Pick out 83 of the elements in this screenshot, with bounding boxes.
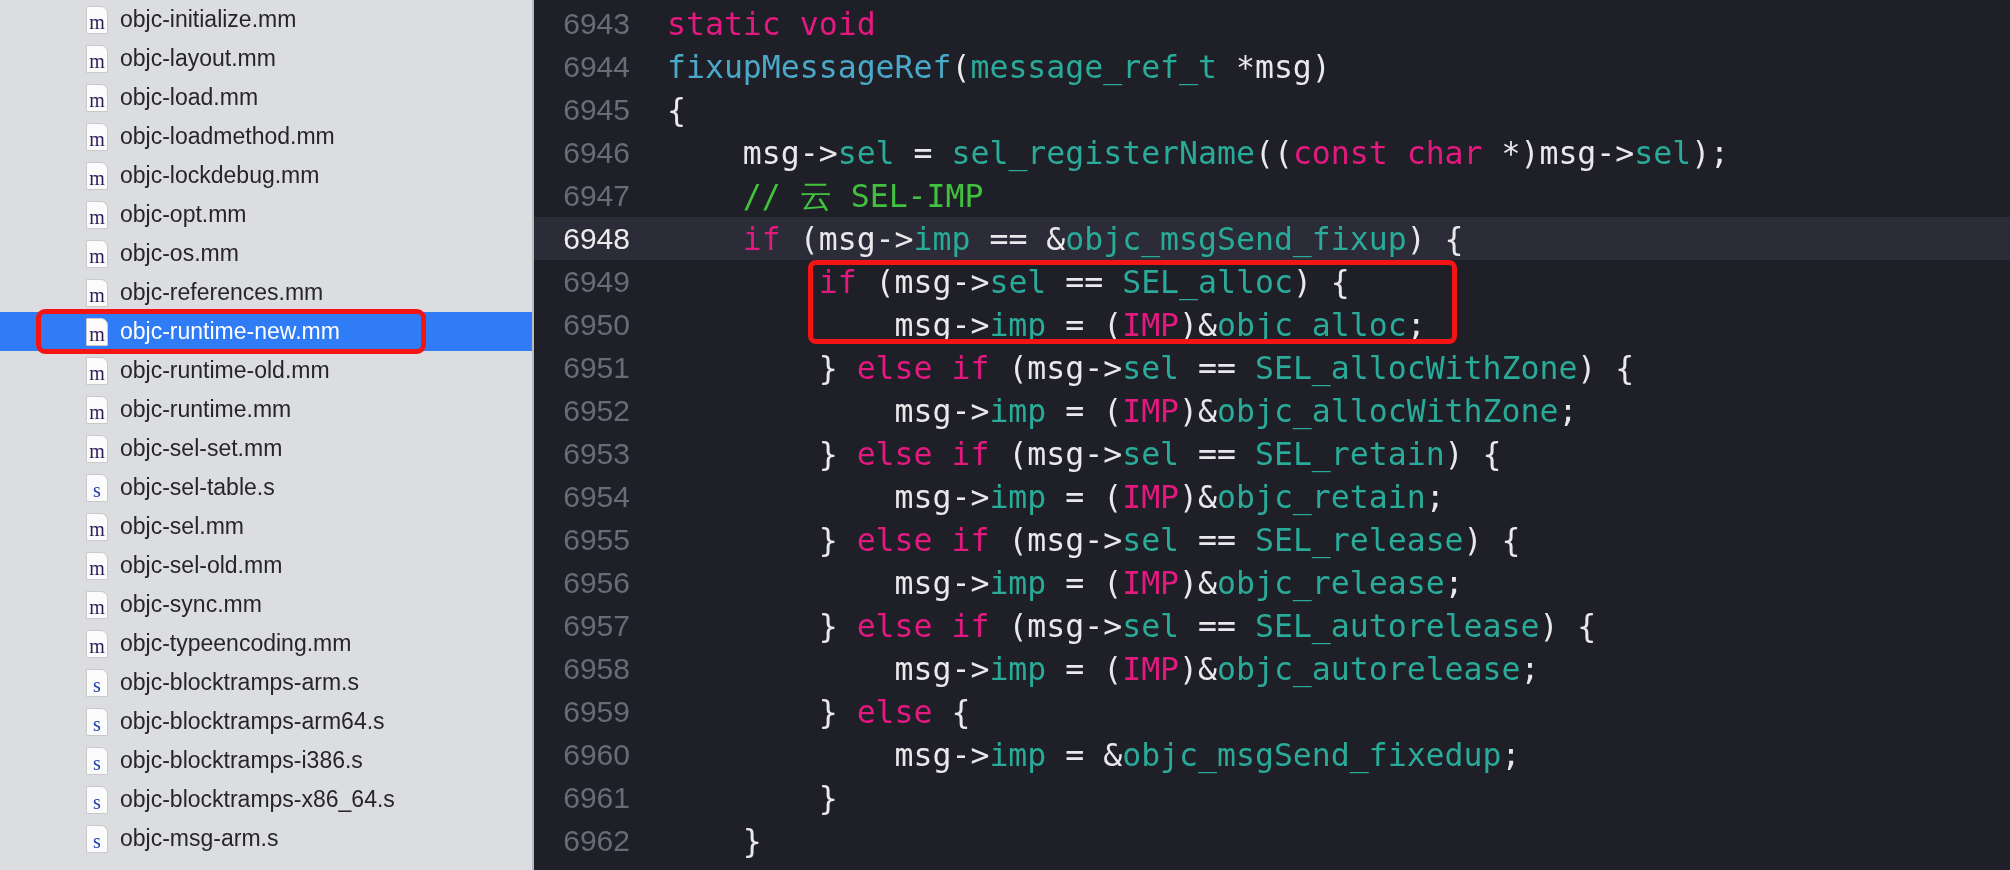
file-item[interactable]: m objc-sel-old.mm [0,546,532,585]
code-line: { [667,90,686,130]
file-item[interactable]: m objc-opt.mm [0,195,532,234]
file-icon: m [86,551,108,580]
line-number: 6946 [562,135,631,170]
code-line: } else if (msg->sel == SEL_release) { [817,520,1521,560]
file-icon: m [86,512,108,541]
line-number: 6956 [562,565,631,600]
line-number: 6944 [562,49,631,84]
code-line: if (msg->imp == &objc_msgSend_fixup) { [741,219,1464,259]
file-icon: m [86,395,108,424]
line-number: 6954 [562,479,631,514]
line-number: 6945 [562,92,631,127]
line-number: 6961 [562,780,631,815]
file-icon: s [86,668,108,697]
file-icon: m [86,278,108,307]
file-icon: m [86,5,108,34]
code-line: msg->imp = (IMP)&objc_release; [893,563,1464,603]
file-item[interactable]: s objc-sel-table.s [0,468,532,507]
file-item[interactable]: s objc-msg-arm.s [0,819,532,858]
file-icon: s [86,746,108,775]
code-line: } else if (msg->sel == SEL_retain) { [817,434,1502,474]
line-number: 6949 [562,264,631,299]
file-item[interactable]: s objc-blocktramps-x86_64.s [0,780,532,819]
file-icon: m [86,317,108,346]
line-number: 6958 [562,651,631,686]
file-item[interactable]: m objc-sync.mm [0,585,532,624]
code-line: } else { [817,692,971,732]
file-item[interactable]: m objc-load.mm [0,78,532,117]
file-item[interactable]: m objc-os.mm [0,234,532,273]
line-number: 6960 [562,737,631,772]
file-icon: s [86,473,108,502]
line-number: 6948 [562,221,631,256]
file-item[interactable]: m objc-initialize.mm [0,0,532,39]
file-icon: m [86,44,108,73]
file-item[interactable]: m objc-references.mm [0,273,532,312]
file-icon: m [86,356,108,385]
code-line: } else if (msg->sel == SEL_autorelease) { [817,606,1597,646]
file-icon: m [86,122,108,151]
file-item[interactable]: m objc-loadmethod.mm [0,117,532,156]
file-icon: s [86,824,108,853]
file-icon: m [86,161,108,190]
code-line: static void [667,4,876,44]
file-icon: s [86,707,108,736]
line-number: 6959 [562,694,631,729]
line-number: 6962 [562,823,631,858]
file-icon: s [86,785,108,814]
file-item[interactable]: m objc-lockdebug.mm [0,156,532,195]
file-item[interactable]: s objc-blocktramps-arm64.s [0,702,532,741]
file-icon: m [86,629,108,658]
file-item[interactable]: m objc-sel-set.mm [0,429,532,468]
file-item[interactable]: m objc-runtime.mm [0,390,532,429]
file-item[interactable]: m objc-typeencoding.mm [0,624,532,663]
line-number: 6953 [562,436,631,471]
code-line: if (msg->sel == SEL_alloc) { [817,262,1350,302]
code-line: msg->imp = (IMP)&objc_retain; [893,477,1445,517]
line-number: 6952 [562,393,631,428]
file-icon: m [86,83,108,112]
code-line: fixupMessageRef(message_ref_t *msg) [667,47,1331,87]
file-icon: m [86,434,108,463]
file-icon: m [86,239,108,268]
line-number: 6950 [562,307,631,342]
file-item[interactable]: m objc-runtime-old.mm [0,351,532,390]
file-item[interactable]: m objc-layout.mm [0,39,532,78]
file-item[interactable]: m objc-runtime-new.mm [0,312,532,351]
file-icon: m [86,590,108,619]
code-line: msg->imp = &objc_msgSend_fixedup; [893,735,1521,775]
code-line: } [817,778,838,818]
code-line: msg->sel = sel_registerName((const char *)msg->sel); [741,133,1730,173]
code-line: } [741,821,762,861]
line-number: 6947 [562,178,631,213]
code-line: msg->imp = (IMP)&objc_allocWithZone; [893,391,1578,431]
file-icon: m [86,200,108,229]
line-number: 6943 [562,6,631,41]
code-line: msg->imp = (IMP)&objc_autorelease; [893,649,1540,689]
file-item[interactable]: s objc-blocktramps-arm.s [0,663,532,702]
code-line: } else if (msg->sel == SEL_allocWithZone) { [817,348,1635,388]
line-number: 6957 [562,608,631,643]
line-number: 6955 [562,522,631,557]
file-item[interactable]: s objc-blocktramps-i386.s [0,741,532,780]
line-number: 6951 [562,350,631,385]
file-item[interactable]: m objc-sel.mm [0,507,532,546]
code-line: // 云 SEL-IMP [741,176,984,216]
